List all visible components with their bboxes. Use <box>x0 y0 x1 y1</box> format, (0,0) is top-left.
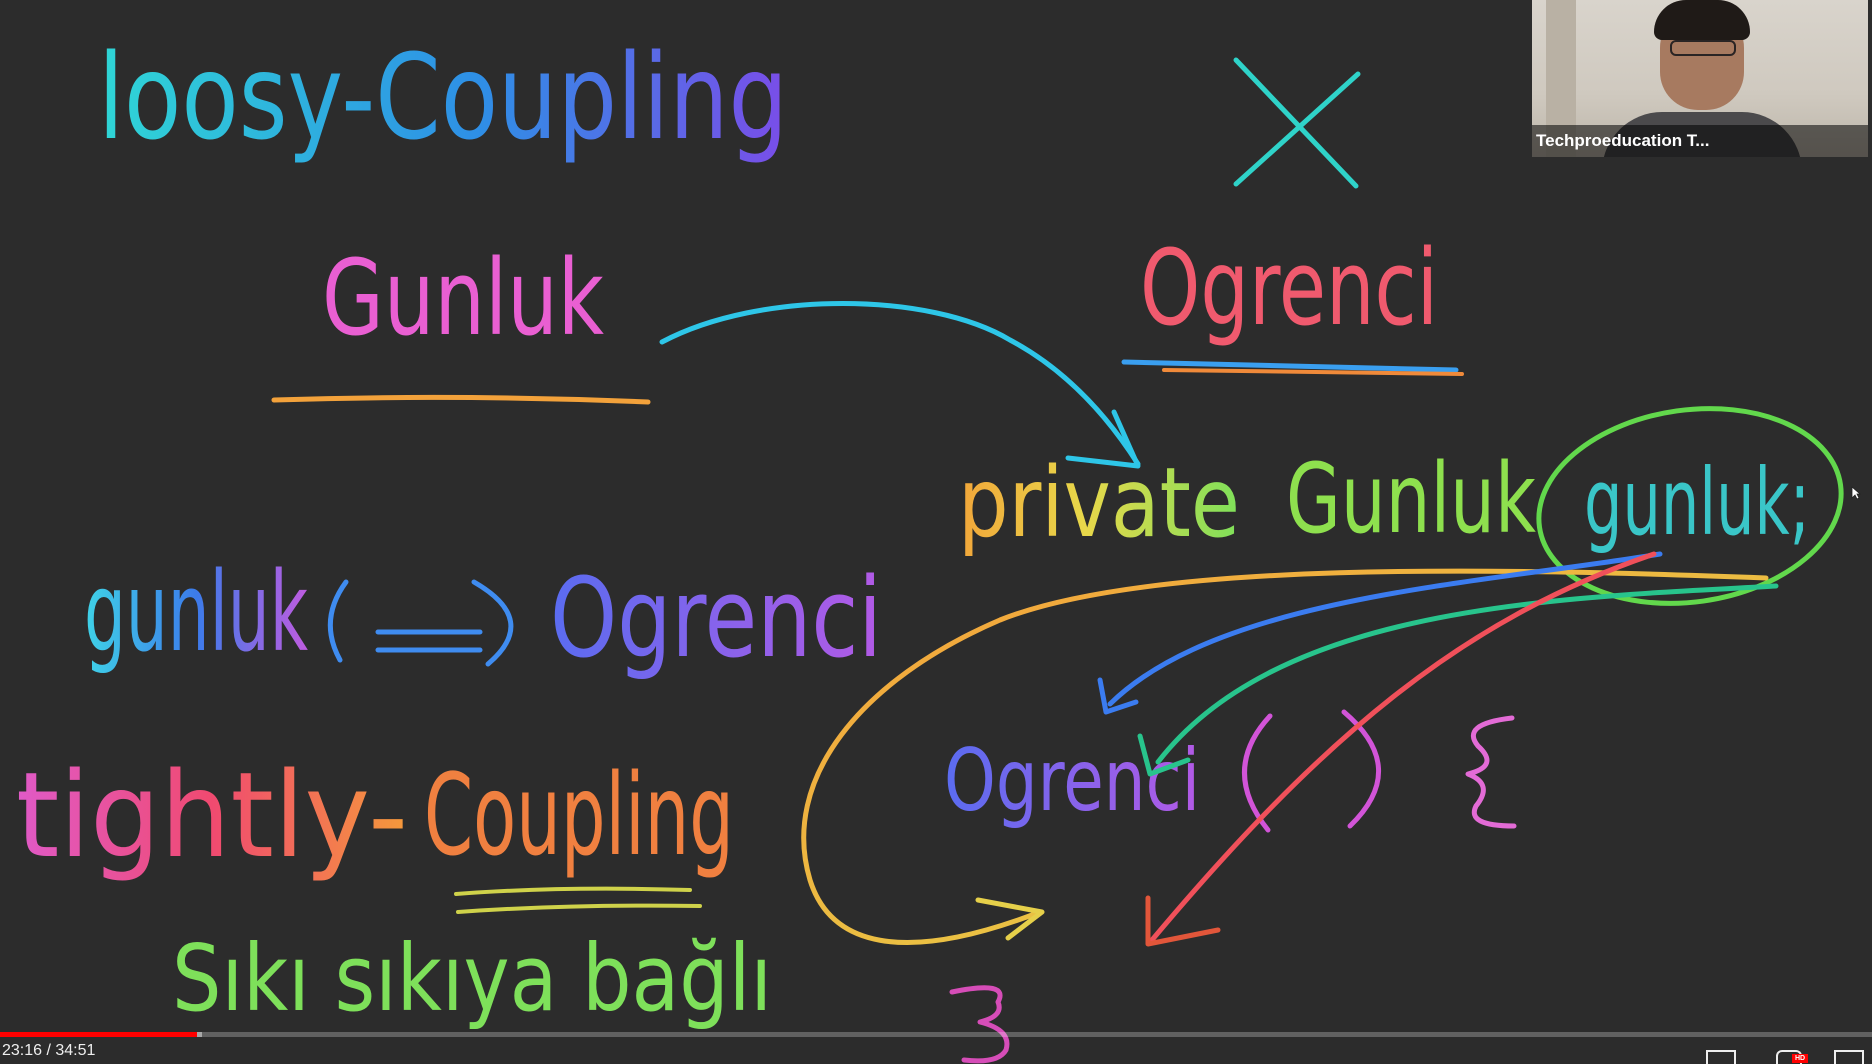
video-frame[interactable]: loosy-Coupling Gunluk Ogrenci private Gu… <box>0 0 1872 1064</box>
gunluk-underline <box>271 394 651 405</box>
gunluk-class-label: Gunluk <box>322 237 604 359</box>
tightly-word: tightly- <box>16 746 408 884</box>
subtitles-icon[interactable] <box>1706 1050 1736 1064</box>
buffered-indicator <box>196 1032 203 1037</box>
presenter-name-label: Techproeducation T... <box>1532 125 1868 157</box>
turkish-phrase: Sıkı sıkıya bağlı <box>172 925 772 1032</box>
x-mark <box>1233 57 1361 189</box>
ogrenci-class-label: Ogrenci <box>1140 227 1438 349</box>
relation-left-label: gunluk <box>84 548 308 676</box>
loop-arrow-head <box>975 897 1045 941</box>
video-progress-bar[interactable] <box>0 1032 1872 1037</box>
relation-right-label: Ogrenci <box>550 554 882 682</box>
player-controls: 23:16 / 34:51 <box>0 1040 1872 1064</box>
presenter-hair <box>1654 0 1750 40</box>
constructor-name: Ogrenci <box>944 731 1200 831</box>
played-indicator <box>0 1032 197 1037</box>
gunluk-to-field-arrow <box>659 301 1141 467</box>
whiteboard-canvas: loosy-Coupling Gunluk Ogrenci private Gu… <box>16 28 1844 1064</box>
fullscreen-icon[interactable] <box>1834 1050 1864 1064</box>
field-to-body-red-arrow <box>1149 551 1657 943</box>
field-to-constructor-green-arrow <box>1155 583 1779 765</box>
hd-badge: HD <box>1792 1054 1808 1063</box>
presenter-glasses <box>1670 40 1736 56</box>
open-brace-glyph <box>1465 715 1517 829</box>
coupling-underline <box>454 886 702 914</box>
time-display: 23:16 / 34:51 <box>2 1042 96 1059</box>
relation-open-paren <box>327 579 349 663</box>
coupling-word: Coupling <box>424 751 734 881</box>
webcam-overlay: Techproeducation T... <box>1532 0 1868 157</box>
loosely-coupling-heading: loosy-Coupling <box>98 28 788 166</box>
mouse-cursor-icon <box>1851 486 1861 500</box>
relation-double-line <box>375 629 483 653</box>
constructor-close-paren <box>1341 709 1382 829</box>
field-variable-label: gunluk; <box>1584 449 1810 556</box>
private-keyword: private <box>958 447 1240 559</box>
field-type-label: Gunluk <box>1286 443 1536 555</box>
